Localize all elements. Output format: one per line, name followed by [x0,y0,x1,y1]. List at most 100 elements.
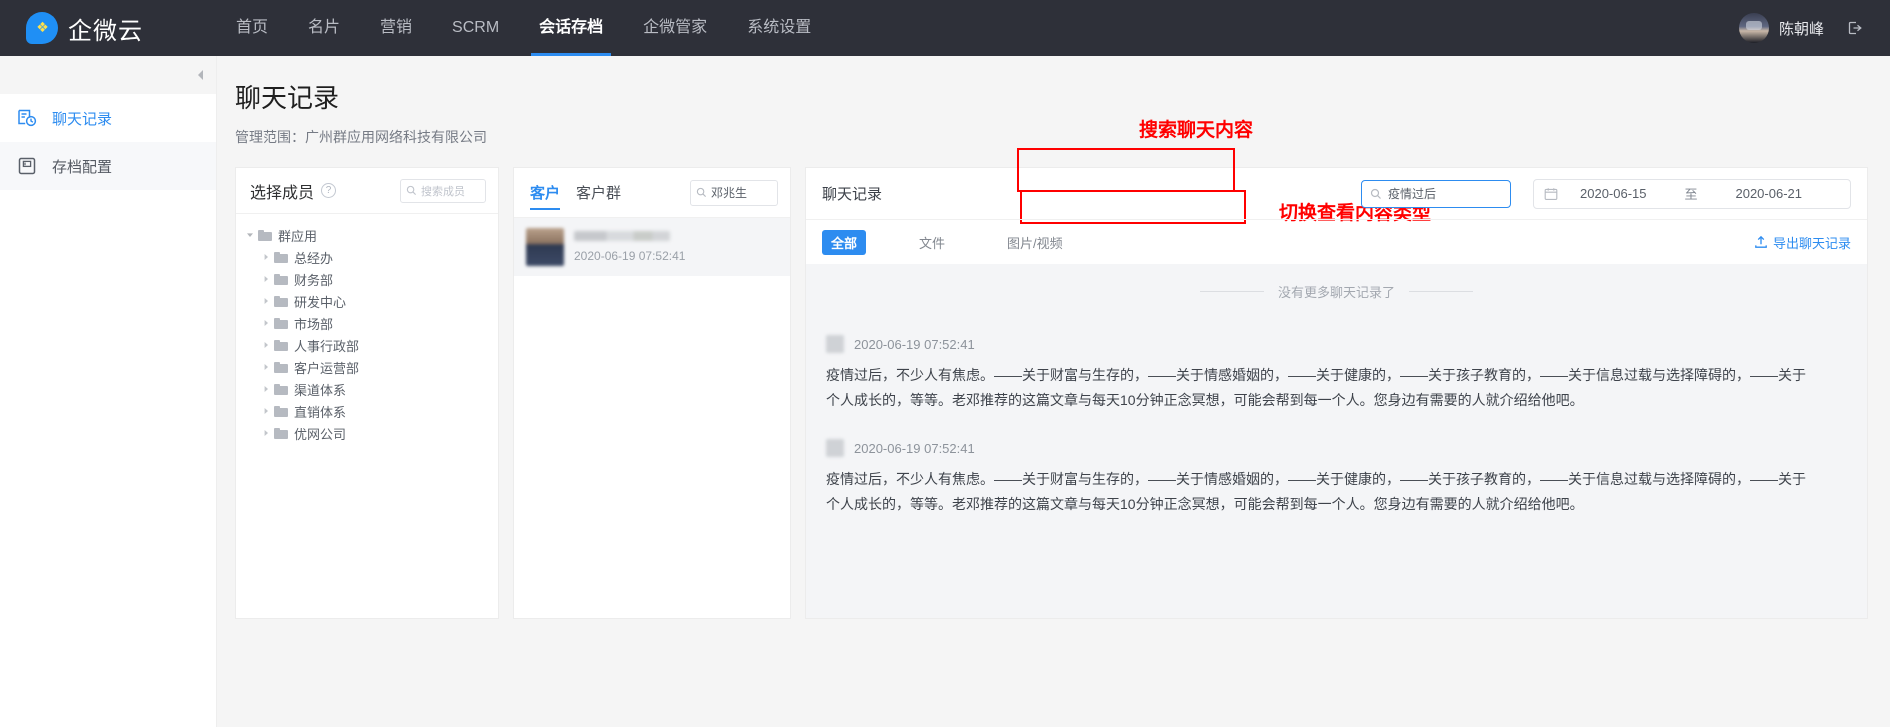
date-range-separator: 至 [1684,187,1698,202]
folder-icon [274,251,288,263]
chat-search-value: 疫情过后 [1388,187,1437,201]
left-sidebar: 聊天记录 存档配置 [0,56,217,727]
account-area: 陈朝峰 [1738,13,1890,43]
tab-customer-group[interactable]: 客户群 [576,168,621,218]
page-layout: 聊天记录 存档配置 聊天记录 管理范围：广州群应用网络科技有限公司 搜索聊天内容… [0,56,1890,727]
chevron-right-icon[interactable] [260,341,272,349]
sidebar-item-chat-history[interactable]: 聊天记录 [0,94,216,142]
date-range-start: 2020-06-15 [1580,186,1647,201]
list-item-meta: 2020-06-19 07:52:41 [574,231,685,263]
chat-filter-row: 全部 文件 图片/视频 导出聊天记录 [806,220,1867,264]
message-item: 2020-06-19 07:52:41 疫情过后，不少人有焦虑。——关于财富与生… [826,439,1847,517]
tree-node-root[interactable]: 群应用 [244,224,498,246]
chevron-right-icon[interactable] [260,297,272,305]
question-mark-icon[interactable]: ? [321,183,337,198]
customer-list-panel: 客户 客户群 邓兆生 2020-06-19 07:52:41 [513,167,791,619]
tree-node-label: 客户运营部 [294,360,360,376]
tree-node-dept-8[interactable]: 优网公司 [244,422,498,444]
member-panel-title: 选择成员 [250,184,315,202]
list-item[interactable]: 2020-06-19 07:52:41 [514,218,790,276]
chat-history-icon [16,107,38,129]
page-subtitle: 管理范围：广州群应用网络科技有限公司 [235,129,487,145]
chat-panel-header: 聊天记录 疫情过后 2020-06-15 至 2020-06-21 [806,168,1867,220]
chevron-right-icon[interactable] [260,407,272,415]
filter-files[interactable]: 文件 [910,230,954,255]
folder-icon [274,361,288,373]
member-select-panel: 选择成员 ? 搜索成员 群应用 总经办 财务部 研发中心 市场部 人事行政部 客… [235,167,499,619]
sidebar-item-label-chat-history: 聊天记录 [52,110,113,128]
chevron-right-icon[interactable] [260,429,272,437]
avatar[interactable] [1738,13,1769,43]
tree-node-dept-7[interactable]: 直销体系 [244,400,498,422]
nav-item-home[interactable]: 首页 [216,0,288,56]
message-header: 2020-06-19 07:52:41 [826,335,1847,353]
member-panel-header: 选择成员 ? 搜索成员 [236,168,498,214]
export-label: 导出聊天记录 [1772,235,1851,251]
user-name: 陈朝峰 [1778,20,1824,38]
tree-node-dept-2[interactable]: 研发中心 [244,290,498,312]
nav-item-marketing[interactable]: 营销 [360,0,432,56]
member-search-input[interactable]: 搜索成员 [400,178,486,203]
tree-node-dept-0[interactable]: 总经办 [244,246,498,268]
chat-message-list[interactable]: 没有更多聊天记录了 2020-06-19 07:52:41 疫情过后，不少人有焦… [806,264,1867,618]
collapse-left-icon [198,70,203,80]
avatar [526,228,564,266]
chevron-right-icon[interactable] [260,385,272,393]
date-range-picker[interactable]: 2020-06-15 至 2020-06-21 [1533,178,1851,209]
tree-node-dept-4[interactable]: 人事行政部 [244,334,498,356]
search-icon [1370,188,1381,199]
sidebar-item-label-archive-config: 存档配置 [52,158,113,176]
tree-node-dept-5[interactable]: 客户运营部 [244,356,498,378]
chevron-right-icon[interactable] [260,253,272,261]
folder-icon [274,405,288,417]
message-time: 2020-06-19 07:52:41 [854,336,975,352]
sidebar-collapse-button[interactable] [0,56,216,94]
tree-node-label: 人事行政部 [294,338,360,354]
chevron-right-icon[interactable] [260,275,272,283]
nav-item-session-archive[interactable]: 会话存档 [519,0,623,56]
tree-node-dept-3[interactable]: 市场部 [244,312,498,334]
avatar [826,335,844,353]
nav-item-scrm[interactable]: SCRM [432,0,519,56]
tree-node-label: 总经办 [294,250,334,266]
customer-search-value: 邓兆生 [711,186,748,200]
avatar [826,439,844,457]
annotation-search-hint: 搜索聊天内容 [1139,120,1254,141]
save-disk-icon [16,155,38,177]
search-icon [406,185,417,196]
message-time: 2020-06-19 07:52:41 [854,440,975,456]
date-range-end: 2020-06-21 [1735,186,1802,201]
filter-image-video[interactable]: 图片/视频 [998,230,1072,255]
department-tree: 群应用 总经办 财务部 研发中心 市场部 人事行政部 客户运营部 渠道体系 直销… [236,214,498,444]
nav-item-system-settings[interactable]: 系统设置 [727,0,831,56]
filter-all[interactable]: 全部 [822,229,867,255]
folder-icon [274,383,288,395]
tree-node-label: 财务部 [294,272,334,288]
folder-icon [274,295,288,307]
chat-search-area: 疫情过后 2020-06-15 至 2020-06-21 [1361,178,1851,209]
nav-item-namecard[interactable]: 名片 [288,0,360,56]
tree-node-dept-6[interactable]: 渠道体系 [244,378,498,400]
sidebar-item-archive-config[interactable]: 存档配置 [0,142,216,190]
tab-customer[interactable]: 客户 [530,168,561,218]
logout-icon[interactable] [1846,19,1864,37]
chat-search-input[interactable]: 疫情过后 [1361,179,1511,208]
chevron-right-icon[interactable] [260,319,272,327]
tree-node-label: 群应用 [278,228,318,244]
nav-item-steward[interactable]: 企微管家 [623,0,727,56]
no-more-records-divider: 没有更多聊天记录了 [826,282,1847,301]
customer-search-input[interactable]: 邓兆生 [690,179,778,206]
tree-node-label: 直销体系 [294,404,347,420]
chevron-down-icon[interactable] [244,231,256,239]
folder-icon [274,273,288,285]
tree-node-dept-1[interactable]: 财务部 [244,268,498,290]
folder-icon [274,339,288,351]
chevron-right-icon[interactable] [260,363,272,371]
tree-node-label: 研发中心 [294,294,347,310]
tree-node-label: 渠道体系 [294,382,347,398]
chat-records-panel: 聊天记录 疫情过后 2020-06-15 至 2020-06-21 全部 文件 … [805,167,1868,619]
folder-icon [274,317,288,329]
page-title: 聊天记录 [235,83,340,113]
export-chat-records-button[interactable]: 导出聊天记录 [1754,233,1851,252]
brand-logo-area[interactable]: ❖ 企微云 [0,11,190,46]
